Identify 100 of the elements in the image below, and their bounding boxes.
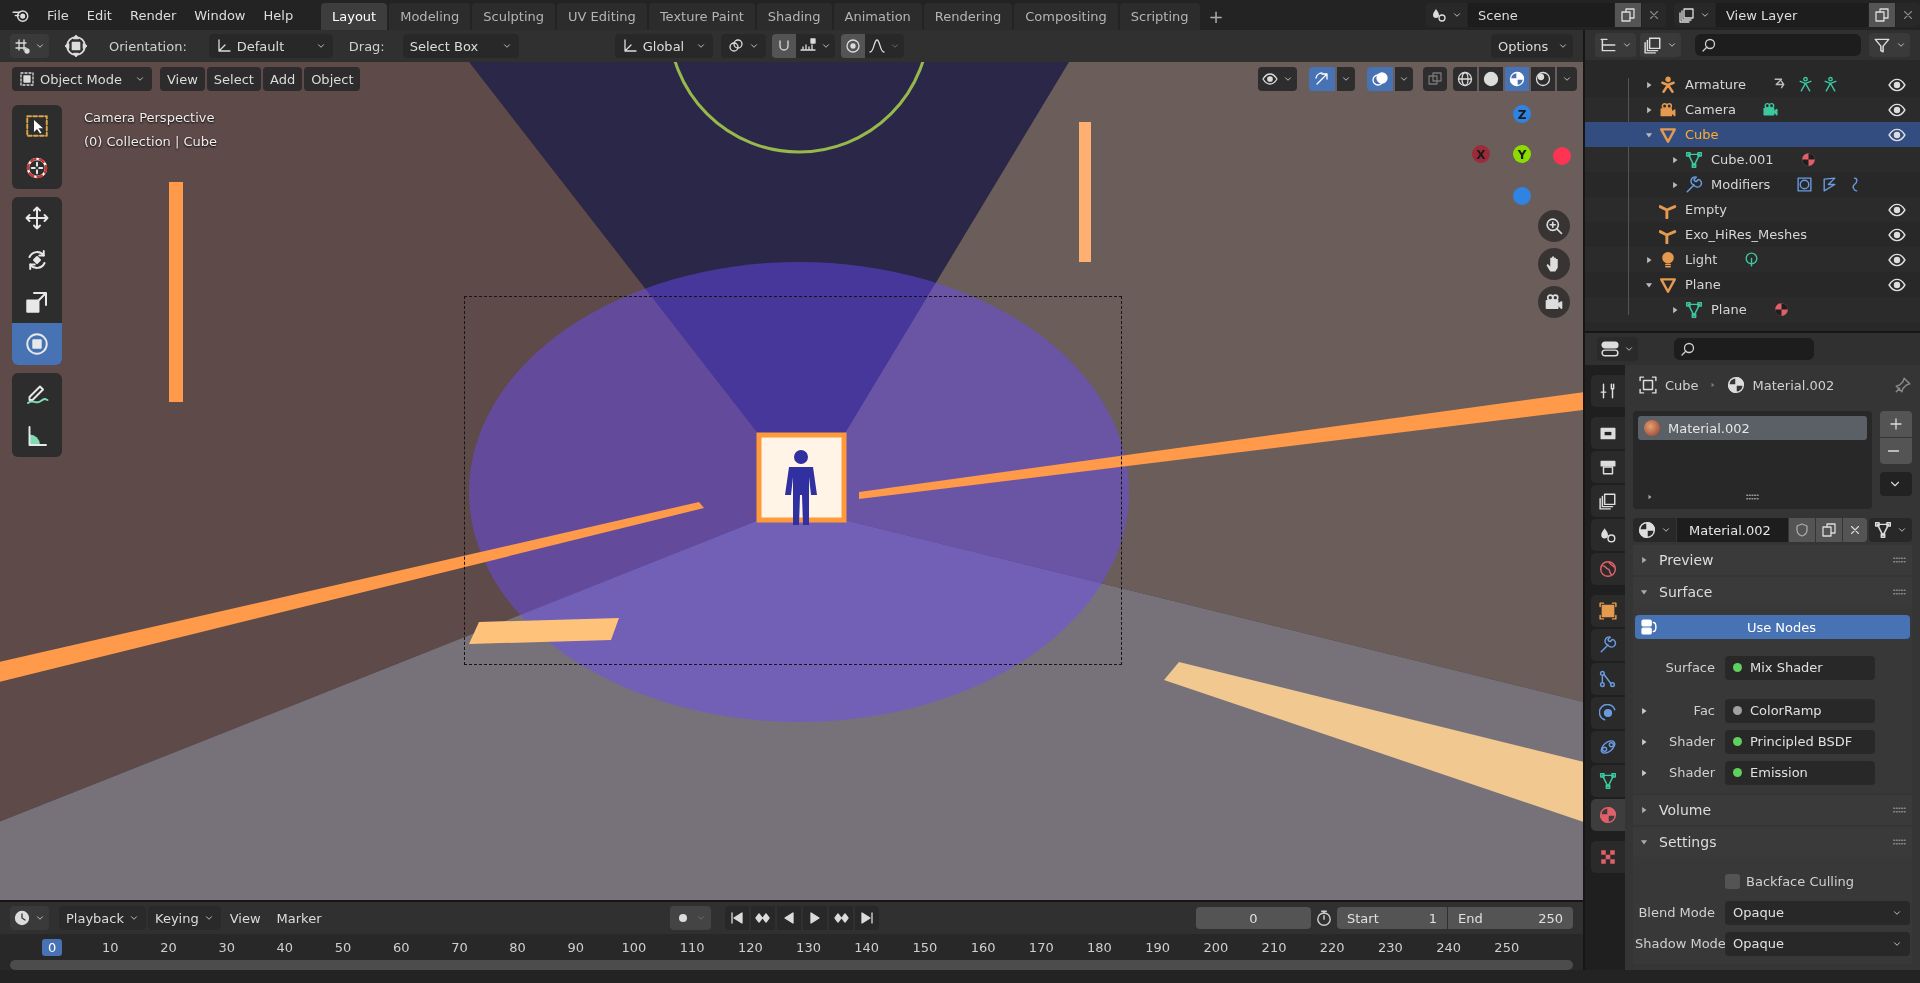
item-name: Armature [1685, 77, 1747, 92]
viewport-info: Camera Perspective [84, 109, 216, 127]
current-frame-field[interactable]: 0 [1196, 907, 1311, 929]
outliner-row[interactable]: Camera [1585, 97, 1920, 122]
item-name: Camera [1685, 102, 1737, 117]
socket-field[interactable]: ColorRamp [1725, 698, 1875, 723]
axis-handle[interactable]: Z [1513, 105, 1531, 123]
frame-number: 20 [159, 938, 178, 956]
checkbox-label[interactable]: Backface Culling [1746, 874, 1855, 889]
menu-button[interactable]: Render [120, 3, 186, 27]
socket-field[interactable]: Mix Shader [1725, 655, 1875, 680]
field-label: Blend Mode [1637, 905, 1716, 920]
panel-header[interactable]: Settings [1633, 827, 1912, 857]
material-name-field[interactable]: Material.002 [1677, 518, 1788, 542]
menu-button[interactable]: View [160, 67, 205, 91]
socket-label: Fac [1692, 703, 1716, 718]
panel-title: Surface [1659, 584, 1713, 600]
outliner-row[interactable]: Light [1585, 247, 1920, 272]
options-dropdown[interactable]: Options [1491, 34, 1573, 58]
transform-orientation-dropdown[interactable]: Global [614, 34, 713, 58]
field-value: 1 [1428, 910, 1437, 926]
workspace-tab[interactable]: UV Editing [557, 3, 647, 30]
outliner-row[interactable]: Cube.001 [1585, 147, 1920, 172]
panel-header[interactable]: Surface [1633, 577, 1912, 607]
workspace-tab[interactable]: Layout [321, 3, 388, 30]
view-layer-field[interactable]: View Layer [1716, 3, 1868, 27]
menu-button[interactable]: Help [254, 3, 303, 27]
dropdown[interactable]: Opaque [1725, 931, 1910, 956]
frame-number: 150 [911, 938, 939, 956]
outliner-row[interactable]: Plane [1585, 272, 1920, 297]
use-nodes-button[interactable]: Use Nodes [1635, 615, 1910, 639]
frame-number: 180 [1086, 938, 1113, 956]
start-frame-field[interactable]: Start 1 [1337, 907, 1447, 929]
outliner-row[interactable]: Cube [1585, 122, 1920, 147]
item-name: Plane [1711, 302, 1747, 317]
frame-number: 190 [1144, 938, 1172, 956]
menu-button[interactable]: Marker [269, 906, 329, 930]
frame-number: 0 [41, 938, 63, 956]
workspace-tab[interactable]: Rendering [923, 3, 1013, 30]
frame-number: 250 [1493, 938, 1521, 956]
frame-number: 30 [217, 938, 236, 956]
workspace-tab[interactable]: Sculpting [472, 3, 556, 30]
outliner-row[interactable]: Modifiers [1585, 172, 1920, 197]
frame-number: 90 [566, 938, 586, 956]
frame-number: 80 [508, 938, 527, 956]
frame-number: 120 [736, 938, 764, 956]
scene-field[interactable]: Scene [1468, 3, 1614, 27]
frame-number: 100 [620, 938, 648, 956]
item-name: Modifiers [1711, 177, 1771, 192]
outliner-row[interactable]: Plane [1585, 297, 1920, 322]
menu-dropdown[interactable]: Keying [148, 906, 221, 930]
frame-number: 240 [1435, 938, 1462, 956]
socket-field[interactable]: Principled BSDF [1725, 729, 1875, 754]
field-value: 250 [1538, 910, 1563, 926]
menu-button[interactable]: Select [206, 67, 261, 91]
workspace-tab[interactable]: Modeling [389, 3, 471, 30]
menu-button[interactable]: Edit [77, 3, 121, 27]
panel-header[interactable]: Volume [1633, 795, 1912, 825]
drag-dropdown[interactable]: Select Box [402, 34, 519, 58]
outliner-row[interactable]: Armature [1585, 72, 1920, 97]
panel-title: Volume [1659, 802, 1712, 818]
workspace-tab[interactable]: Animation [833, 3, 922, 30]
add-workspace-button[interactable]: + [1201, 3, 1231, 30]
mode-dropdown[interactable]: Object Mode [12, 67, 152, 91]
menu-button[interactable]: View [222, 906, 268, 930]
workspace-tab[interactable]: Shading [756, 3, 832, 30]
outliner-row[interactable]: Empty [1585, 197, 1920, 222]
workspace-tab[interactable]: Texture Paint [648, 3, 755, 30]
item-name: Cube.001 [1711, 152, 1774, 167]
socket-label: Shader [1667, 734, 1716, 749]
axis-handle[interactable]: Y [1513, 145, 1531, 163]
end-frame-field[interactable]: End 250 [1448, 907, 1573, 929]
frame-number: 160 [969, 938, 997, 956]
menu-button[interactable]: File [38, 3, 78, 27]
material-slot[interactable]: Material.002 [1638, 416, 1867, 440]
dropdown[interactable]: Opaque [1725, 900, 1910, 925]
socket-field[interactable]: Emission [1725, 760, 1875, 785]
field-label: Start [1347, 910, 1379, 926]
frame-number: 60 [391, 938, 411, 956]
workspace-tab[interactable]: Compositing [1014, 3, 1118, 30]
field-label: End [1458, 910, 1483, 926]
frame-number: 40 [275, 938, 295, 956]
orientation-dropdown[interactable]: Default [208, 34, 333, 58]
menu-button[interactable]: Object [304, 67, 361, 91]
item-name: Cube [1685, 127, 1719, 142]
frame-number: 200 [1202, 938, 1230, 956]
item-name: Light [1685, 252, 1718, 267]
frame-number: 140 [853, 938, 881, 956]
item-name: Exo_HiRes_Meshes [1685, 227, 1808, 242]
menu-button[interactable]: Window [185, 3, 255, 27]
frame-number: 130 [795, 938, 822, 956]
panel-header[interactable]: Preview [1633, 545, 1912, 575]
frame-number: 230 [1377, 938, 1404, 956]
panel-title: Preview [1659, 552, 1714, 568]
drag-label: Drag: [348, 38, 385, 54]
menu-dropdown[interactable]: Playback [59, 906, 146, 930]
outliner-row[interactable]: Exo_HiRes_Meshes [1585, 222, 1920, 247]
menu-button[interactable]: Add [262, 67, 303, 91]
frame-number: 220 [1318, 938, 1346, 956]
workspace-tab[interactable]: Scripting [1119, 3, 1200, 30]
